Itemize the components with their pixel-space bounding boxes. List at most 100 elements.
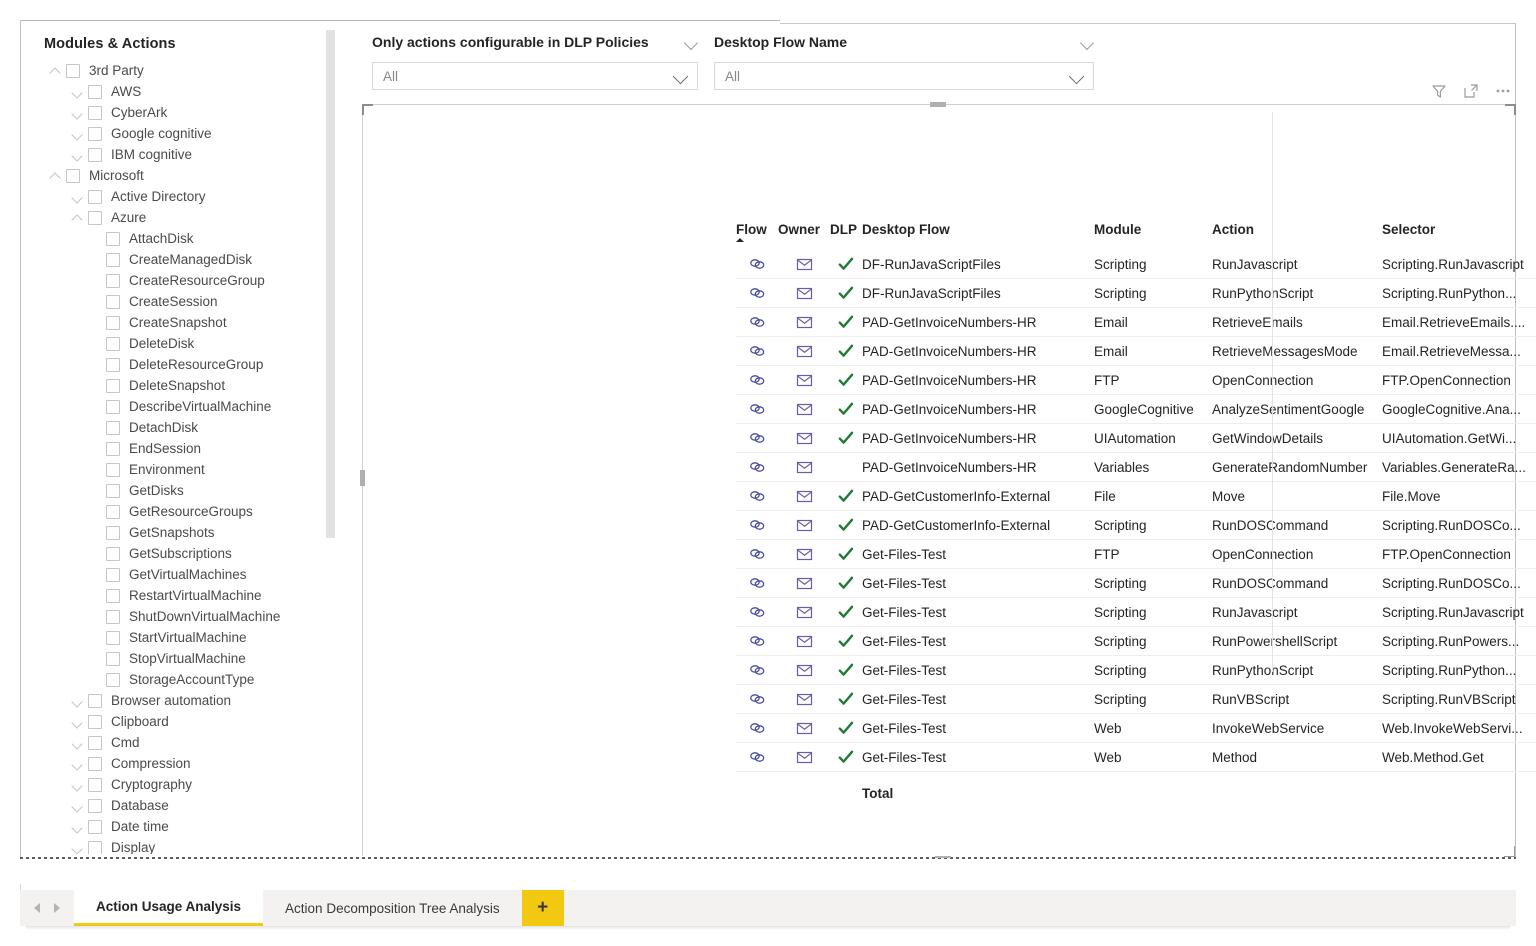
owner-envelope-icon[interactable] — [778, 664, 830, 677]
tree-item-checkbox[interactable] — [88, 798, 102, 813]
tree-item[interactable]: EndSession — [26, 438, 336, 459]
chevron-up-icon[interactable] — [48, 63, 64, 79]
flow-link-icon[interactable] — [736, 750, 778, 764]
tree-item[interactable]: Display — [26, 837, 336, 854]
tree-item[interactable]: Environment — [26, 459, 336, 480]
tree-item-checkbox[interactable] — [88, 714, 102, 729]
tree-item[interactable]: DeleteSnapshot — [26, 375, 336, 396]
tree-item-checkbox[interactable] — [88, 735, 102, 750]
table-row[interactable]: PAD-GetInvoiceNumbers-HR Variables Generat… — [736, 453, 1536, 482]
tree-item[interactable]: GetResourceGroups — [26, 501, 336, 522]
tree-item-checkbox[interactable] — [88, 105, 102, 120]
flow-link-icon[interactable] — [736, 460, 778, 474]
tree-item[interactable]: Compression — [26, 753, 336, 774]
tree-item-checkbox[interactable] — [106, 609, 120, 624]
flow-link-icon[interactable] — [736, 257, 778, 271]
visual-handle-top-right[interactable] — [1505, 104, 1516, 115]
chevron-down-icon[interactable] — [673, 68, 689, 84]
module-tree[interactable]: 3rd Party AWS CyberArk Google cognitive IBM … — [26, 60, 336, 854]
column-header-action[interactable]: Action — [1212, 216, 1382, 237]
tree-item[interactable]: CreateSession — [26, 291, 336, 312]
column-header-desktop-flow[interactable]: Desktop Flow — [862, 216, 1094, 237]
owner-envelope-icon[interactable] — [778, 548, 830, 561]
table-row[interactable]: PAD-GetInvoiceNumbers-HR Email RetrieveMes… — [736, 337, 1536, 366]
owner-envelope-icon[interactable] — [778, 606, 830, 619]
tree-item[interactable]: 3rd Party — [26, 60, 336, 81]
tree-item-checkbox[interactable] — [106, 399, 120, 414]
tree-item[interactable]: Database — [26, 795, 336, 816]
owner-envelope-icon[interactable] — [778, 693, 830, 706]
tree-item-checkbox[interactable] — [106, 294, 120, 309]
tree-item-checkbox[interactable] — [106, 252, 120, 267]
owner-envelope-icon[interactable] — [778, 432, 830, 445]
tree-item[interactable]: GetVirtualMachines — [26, 564, 336, 585]
chevron-down-icon[interactable] — [70, 840, 86, 855]
tree-item-checkbox[interactable] — [106, 672, 120, 687]
flow-link-icon[interactable] — [736, 315, 778, 329]
tree-item[interactable]: Clipboard — [26, 711, 336, 732]
chevron-down-icon[interactable] — [70, 735, 86, 751]
tab-action-decomposition-tree-analysis[interactable]: Action Decomposition Tree Analysis — [263, 890, 522, 926]
prev-page-arrow-icon[interactable] — [34, 903, 40, 913]
flow-link-icon[interactable] — [736, 431, 778, 445]
chevron-down-icon[interactable] — [684, 35, 698, 49]
tree-item[interactable]: Active Directory — [26, 186, 336, 207]
tree-item-checkbox[interactable] — [88, 819, 102, 834]
chevron-down-icon[interactable] — [70, 84, 86, 100]
tree-item-checkbox[interactable] — [88, 693, 102, 708]
visual-handle-top-left[interactable] — [362, 104, 373, 115]
filter-dlp-header[interactable]: Only actions configurable in DLP Policie… — [372, 34, 698, 50]
tree-item[interactable]: Cryptography — [26, 774, 336, 795]
tree-item-checkbox[interactable] — [106, 483, 120, 498]
column-header-owner[interactable]: Owner — [778, 216, 830, 237]
tab-action-usage-analysis[interactable]: Action Usage Analysis — [74, 890, 264, 926]
tree-item[interactable]: DeleteResourceGroup — [26, 354, 336, 375]
owner-envelope-icon[interactable] — [778, 287, 830, 300]
owner-envelope-icon[interactable] — [778, 751, 830, 764]
tree-item[interactable]: RestartVirtualMachine — [26, 585, 336, 606]
tree-item-checkbox[interactable] — [106, 231, 120, 246]
chevron-down-icon[interactable] — [70, 756, 86, 772]
flow-link-icon[interactable] — [736, 634, 778, 648]
tree-item-checkbox[interactable] — [88, 126, 102, 141]
flow-link-icon[interactable] — [736, 547, 778, 561]
table-row[interactable]: Get-Files-TestWebMethodWeb.Method.Get1 — [736, 743, 1536, 772]
chevron-up-icon[interactable] — [70, 210, 86, 226]
owner-envelope-icon[interactable] — [778, 316, 830, 329]
filter-flow-header[interactable]: Desktop Flow Name — [714, 34, 1094, 50]
table-row[interactable]: Get-Files-Test Scripting RunVBScript Script… — [736, 685, 1536, 714]
tree-item-checkbox[interactable] — [106, 651, 120, 666]
tree-item-checkbox[interactable] — [88, 147, 102, 162]
table-row[interactable]: Get-Files-Test Scripting RunDOSCommand Scri… — [736, 569, 1536, 598]
column-header-dlp[interactable]: DLP — [830, 216, 862, 237]
visual-handle-top[interactable] — [930, 102, 946, 107]
tree-item-checkbox[interactable] — [88, 84, 102, 99]
tree-item[interactable]: DetachDisk — [26, 417, 336, 438]
tree-item-checkbox[interactable] — [88, 777, 102, 792]
tree-item-checkbox[interactable] — [106, 336, 120, 351]
table-row[interactable]: PAD-GetInvoiceNumbers-HR FTP OpenConnectio… — [736, 366, 1536, 395]
tree-item[interactable]: Browser automation — [26, 690, 336, 711]
flow-link-icon[interactable] — [736, 605, 778, 619]
owner-envelope-icon[interactable] — [778, 722, 830, 735]
slicer-scrollbar-thumb[interactable] — [326, 30, 335, 538]
flow-link-icon[interactable] — [736, 286, 778, 300]
tree-item-checkbox[interactable] — [106, 504, 120, 519]
flow-link-icon[interactable] — [736, 518, 778, 532]
tree-item[interactable]: ShutDownVirtualMachine — [26, 606, 336, 627]
chevron-down-icon[interactable] — [70, 714, 86, 730]
tree-item-checkbox[interactable] — [106, 588, 120, 603]
visual-handle-left[interactable] — [360, 470, 365, 486]
flow-link-icon[interactable] — [736, 373, 778, 387]
tree-item[interactable]: DescribeVirtualMachine — [26, 396, 336, 417]
tree-item-checkbox[interactable] — [88, 210, 102, 225]
flow-link-icon[interactable] — [736, 692, 778, 706]
table-row[interactable]: Get-Files-Test Scripting RunPythonScript Sc… — [736, 656, 1536, 685]
flow-link-icon[interactable] — [736, 576, 778, 590]
tree-item[interactable]: StorageAccountType — [26, 669, 336, 690]
tree-item[interactable]: Microsoft — [26, 165, 336, 186]
chevron-down-icon[interactable] — [70, 777, 86, 793]
table-row[interactable]: Get-Files-Test FTP OpenConnection FTP.OpenC… — [736, 540, 1536, 569]
chevron-down-icon[interactable] — [70, 147, 86, 163]
tree-item[interactable]: Google cognitive — [26, 123, 336, 144]
